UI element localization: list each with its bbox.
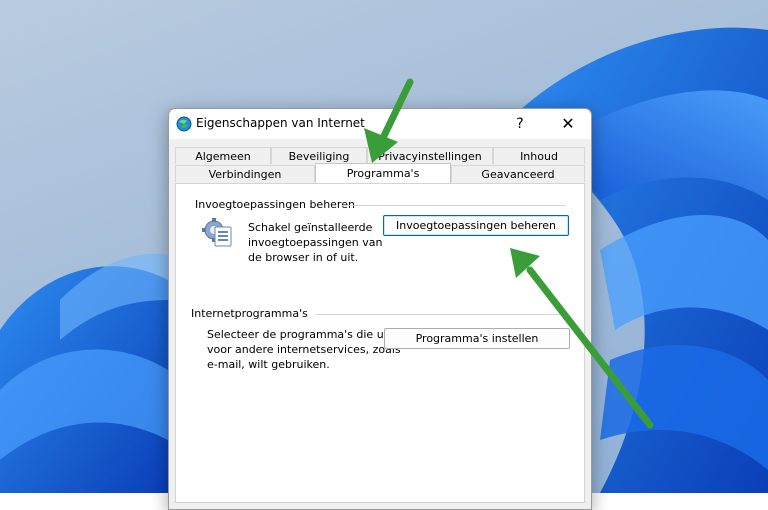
group-divider: [316, 314, 566, 315]
help-button[interactable]: ?: [503, 111, 537, 137]
manage-addons-button[interactable]: Invoegtoepassingen beheren: [383, 215, 569, 236]
tab-verbindingen[interactable]: Verbindingen: [175, 165, 315, 182]
addons-description-line: de browser in of uit.: [248, 251, 359, 264]
tab-inhoud[interactable]: Inhoud: [493, 147, 585, 164]
addons-gear-icon: [202, 218, 232, 247]
tab-privacyinstellingen[interactable]: Privacyinstellingen: [367, 147, 493, 164]
programs-description-line: voor andere internetservices, zoals: [207, 343, 401, 356]
title-bar[interactable]: Eigenschappen van Internet ? ✕: [169, 109, 591, 139]
internet-options-icon: [176, 116, 192, 132]
internet-programs-group-title: Internetprogramma's: [191, 307, 308, 320]
programs-description: Selecteer de programma's die u voor ande…: [207, 327, 401, 372]
set-programs-button[interactable]: Programma's instellen: [384, 328, 570, 349]
tab-algemeen[interactable]: Algemeen: [175, 147, 271, 164]
addons-description-line: Schakel geïnstalleerde: [248, 221, 373, 234]
tab-geavanceerd[interactable]: Geavanceerd: [451, 165, 585, 182]
internet-properties-dialog: Eigenschappen van Internet ? ✕ Algemeen …: [168, 108, 592, 510]
tab-programmas[interactable]: Programma's: [315, 163, 451, 183]
programs-tab-panel: Invoegtoepassingen beheren Schakel geïns…: [175, 183, 585, 503]
close-button[interactable]: ✕: [549, 111, 587, 137]
addons-group-title: Invoegtoepassingen beheren: [195, 198, 355, 211]
addons-description: Schakel geïnstalleerde invoegtoepassinge…: [248, 220, 382, 265]
programs-description-line: Selecteer de programma's die u: [207, 328, 384, 341]
tab-beveiliging[interactable]: Beveiliging: [271, 147, 367, 164]
addons-description-line: invoegtoepassingen van: [248, 236, 383, 249]
group-divider: [342, 205, 566, 206]
programs-description-line: e-mail, wilt gebruiken.: [207, 358, 330, 371]
window-title: Eigenschappen van Internet: [196, 116, 365, 130]
